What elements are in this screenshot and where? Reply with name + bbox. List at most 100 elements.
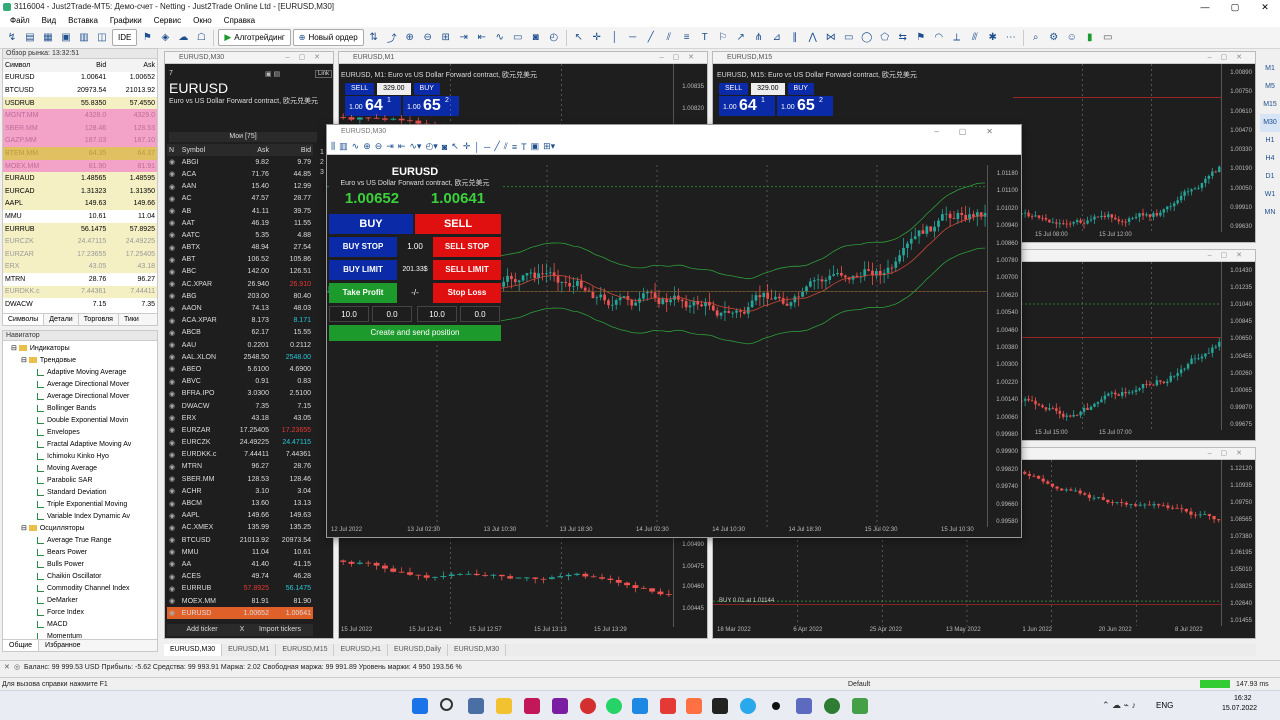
market-watch-row[interactable]: EURZAR 17.23655 17.25405 bbox=[3, 247, 157, 261]
symbol-row[interactable]: ◉ DWACW 7.35 7.15 bbox=[167, 400, 313, 412]
market-watch-row[interactable]: MOEX.MM 81.90 81.91 bbox=[3, 159, 157, 173]
app-icon[interactable] bbox=[660, 698, 676, 714]
indicator-item[interactable]: Ichimoku Kinko Hyo bbox=[11, 451, 157, 463]
grid-icon[interactable]: ⊞ bbox=[438, 30, 454, 46]
timeframe-button[interactable]: H4 bbox=[1260, 150, 1280, 168]
signals-icon[interactable]: ☁ bbox=[175, 30, 191, 46]
column-header[interactable]: Ask bbox=[229, 144, 271, 156]
symbol-row[interactable]: ◉ EURCZK 24.49225 24.47115 bbox=[167, 437, 313, 449]
limit-price-input[interactable]: 201.33$ bbox=[399, 260, 431, 280]
sell-limit-button[interactable]: SELL LIMIT bbox=[433, 260, 501, 280]
arrows-icon[interactable]: ⇆ bbox=[895, 30, 911, 46]
language-indicator[interactable]: ENG bbox=[1156, 701, 1173, 710]
window-controls[interactable]: –▢✕ bbox=[286, 52, 329, 64]
symbol-row[interactable]: ◉ ACHR 3.10 3.04 bbox=[167, 485, 313, 497]
app-icon[interactable] bbox=[824, 698, 840, 714]
screenshot-icon[interactable]: ◙ bbox=[528, 30, 544, 46]
indicator-item[interactable]: Average True Range bbox=[11, 535, 157, 547]
fibonacci-icon[interactable]: ≡ bbox=[512, 142, 517, 152]
import-tickers-button[interactable]: Import tickers bbox=[247, 624, 313, 636]
tab-trading[interactable]: Торговля bbox=[79, 314, 119, 325]
autoscroll-icon[interactable]: ⇥ bbox=[386, 141, 394, 152]
search-icon[interactable]: ⌕ bbox=[1028, 30, 1044, 46]
market-watch-row[interactable]: EURDKK.c 7.44361 7.44411 bbox=[3, 285, 157, 299]
objects-icon[interactable]: ⊞▾ bbox=[543, 141, 555, 152]
channel-icon[interactable]: ⫽ bbox=[661, 30, 677, 46]
trend-line-icon[interactable]: ╱ bbox=[643, 30, 659, 46]
column-header[interactable]: Символ bbox=[3, 59, 60, 72]
tree-node-oscillators[interactable]: ⊟ Осцилляторы bbox=[11, 523, 157, 535]
symbol-row[interactable]: ◉ ACA.XPAR 8.173 8.171 bbox=[167, 315, 313, 327]
symbol-row[interactable]: ◉ ABTX 48.94 27.54 bbox=[167, 242, 313, 254]
regression-icon[interactable]: ⫻ bbox=[967, 30, 983, 46]
market-watch-row[interactable]: DWACW 7.15 7.35 bbox=[3, 298, 157, 311]
menu-charts[interactable]: Графики bbox=[104, 14, 148, 27]
indicator-item[interactable]: Average Directional Mover bbox=[11, 379, 157, 391]
indicator-item[interactable]: Chaikin Oscillator bbox=[11, 571, 157, 583]
symbol-row[interactable]: ◉ MMU 11.04 10.61 bbox=[167, 546, 313, 558]
chart-shift-icon[interactable]: ⇤ bbox=[474, 30, 490, 46]
market-watch-row[interactable]: MMU 10.61 11.04 bbox=[3, 210, 157, 223]
watchlist-tab[interactable]: Мои [75] bbox=[169, 132, 317, 142]
ide-button[interactable]: IDE bbox=[112, 29, 138, 46]
market-watch-icon[interactable]: ▣ bbox=[58, 30, 74, 46]
menu-file[interactable]: Файл bbox=[4, 14, 36, 27]
market-watch-row[interactable]: AAPL 149.63 149.66 bbox=[3, 197, 157, 211]
order-line-label[interactable]: BUY 0.01 at 1.01144 bbox=[719, 598, 774, 604]
symbol-row[interactable]: ◉ AAT 46.19 11.55 bbox=[167, 217, 313, 229]
app-icon[interactable] bbox=[772, 702, 780, 710]
chart-shift-icon[interactable]: ⇤ bbox=[398, 141, 406, 152]
screenshot-2-icon[interactable]: ▣ bbox=[531, 141, 540, 152]
crosshair-icon[interactable]: ✛ bbox=[589, 30, 605, 46]
task-view-icon[interactable] bbox=[468, 698, 484, 714]
column-header[interactable]: Ask bbox=[108, 59, 157, 72]
close-icon[interactable]: ✕ bbox=[4, 661, 10, 674]
chart-tab[interactable]: EURUSD,M30 bbox=[164, 644, 223, 656]
market-watch-row[interactable]: USDRUB 55.8350 57.4550 bbox=[3, 96, 157, 110]
cursor-icon[interactable]: ↖ bbox=[451, 141, 459, 152]
menu-tools[interactable]: Сервис bbox=[148, 14, 187, 27]
symbol-row[interactable]: ◉ ABG 203.00 80.40 bbox=[167, 290, 313, 302]
indicator-item[interactable]: Triple Exponential Moving bbox=[11, 499, 157, 511]
indicator-item[interactable]: Bulls Power bbox=[11, 559, 157, 571]
new-order-button[interactable]: ⊕ Новый ордер bbox=[292, 29, 364, 46]
chart-tab[interactable]: EURUSD,Daily bbox=[388, 644, 448, 656]
app-icon[interactable] bbox=[632, 698, 648, 714]
menu-view[interactable]: Вид bbox=[36, 14, 62, 27]
tray-icons[interactable]: ⌃ ☁ ⌁ ♪ bbox=[1102, 700, 1136, 711]
buy-button[interactable]: BUY bbox=[787, 83, 814, 95]
indicators-icon[interactable]: ∿ bbox=[492, 30, 508, 46]
symbol-row[interactable]: ◉ ABC 142.00 126.51 bbox=[167, 266, 313, 278]
elliott-icon[interactable]: ⋈ bbox=[823, 30, 839, 46]
vertical-line-icon[interactable]: │ bbox=[474, 142, 480, 152]
buy-limit-button[interactable]: BUY LIMIT bbox=[329, 260, 397, 280]
indicator-item[interactable]: Bollinger Bands bbox=[11, 403, 157, 415]
symbol-row[interactable]: ◉ EURZAR 17.25405 17.23655 bbox=[167, 424, 313, 436]
app-icon[interactable] bbox=[686, 698, 702, 714]
whatsapp-icon[interactable] bbox=[606, 698, 622, 714]
market-watch-row[interactable]: MGNT.MM 4328.0 4329.0 bbox=[3, 109, 157, 122]
ellipse-icon[interactable]: ◯ bbox=[859, 30, 875, 46]
market-watch-row[interactable]: EURCAD 1.31323 1.31350 bbox=[3, 184, 157, 198]
market-icon[interactable]: ◈ bbox=[157, 30, 173, 46]
depth-of-market-icon[interactable]: ⇅ bbox=[366, 30, 382, 46]
clock-date[interactable]: 15.07.2022 bbox=[1222, 705, 1257, 712]
app-icon[interactable] bbox=[524, 698, 540, 714]
symbol-row[interactable]: ◉ AB 41.11 39.75 bbox=[167, 205, 313, 217]
indicator-item[interactable]: DeMarker bbox=[11, 595, 157, 607]
market-watch-row[interactable]: ERX 43.05 43.18 bbox=[3, 260, 157, 274]
timeframe-button[interactable]: MN bbox=[1260, 204, 1280, 222]
zoom-out-icon[interactable]: ⊖ bbox=[375, 141, 383, 152]
symbol-row[interactable]: ◉ SBER.MM 128.53 128.46 bbox=[167, 473, 313, 485]
indicator-item[interactable]: Adaptive Moving Average bbox=[11, 367, 157, 379]
symbol-row[interactable]: ◉ EURUSD 1.00652 1.00641 bbox=[167, 607, 313, 620]
line-chart-icon[interactable]: ∿ bbox=[352, 141, 360, 152]
symbol-row[interactable]: ◉ AC.XMEX 135.99 135.25 bbox=[167, 522, 313, 534]
start-icon[interactable] bbox=[412, 698, 428, 714]
timeframe-button[interactable]: M1 bbox=[1260, 60, 1280, 78]
timeframe-button[interactable]: W1 bbox=[1260, 186, 1280, 204]
flag-icon[interactable]: ⚑ bbox=[913, 30, 929, 46]
indicator-item[interactable]: Bears Power bbox=[11, 547, 157, 559]
horizontal-line-icon[interactable]: ─ bbox=[625, 30, 641, 46]
screenshot-icon[interactable]: ◙ bbox=[442, 142, 447, 152]
